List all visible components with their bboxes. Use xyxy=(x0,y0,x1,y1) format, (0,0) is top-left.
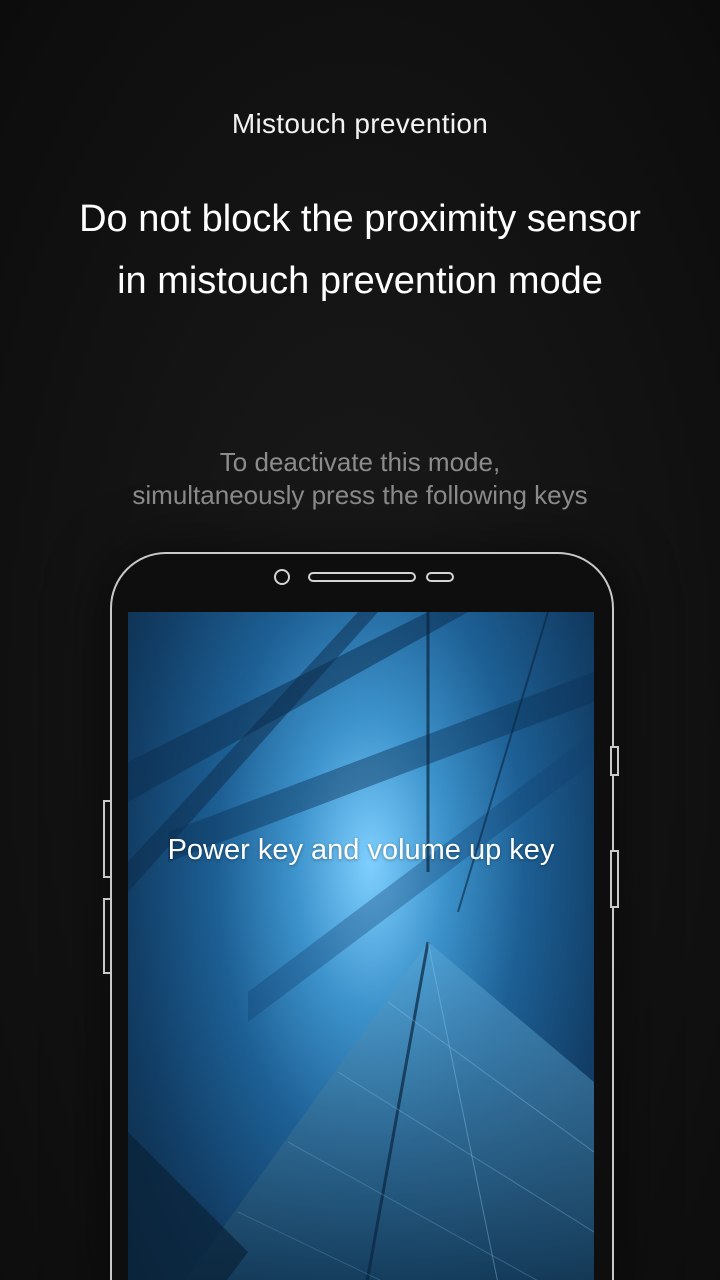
phone-illustration: Power key and volume up key xyxy=(110,552,614,1280)
warning-headline-line1: Do not block the proximity sensor xyxy=(79,198,641,240)
proximity-sensor-icon xyxy=(426,572,454,582)
warning-headline: Do not block the proximity sensor in mis… xyxy=(40,188,680,312)
phone-screen: Power key and volume up key xyxy=(128,612,594,1280)
page-title: Mistouch prevention xyxy=(231,108,489,139)
front-camera-icon xyxy=(274,569,290,585)
key-combination-label: Power key and volume up key xyxy=(167,834,555,866)
mistouch-prevention-screen: Mistouch prevention Do not block the pro… xyxy=(0,0,720,1280)
side-key-small-outline xyxy=(610,746,619,776)
power-key-outline xyxy=(610,850,619,908)
warning-headline-line2: in mistouch prevention mode xyxy=(117,260,603,302)
volume-up-key-outline xyxy=(103,800,112,878)
volume-down-key-outline xyxy=(103,898,112,974)
deactivation-hint-line2: simultaneously press the following keys xyxy=(132,480,588,510)
deactivation-hint-line1: To deactivate this mode, xyxy=(219,447,501,477)
deactivation-hint: To deactivate this mode, simultaneously … xyxy=(40,446,680,512)
building-wallpaper-graphic xyxy=(128,612,594,1280)
earpiece-speaker-icon xyxy=(308,572,416,582)
